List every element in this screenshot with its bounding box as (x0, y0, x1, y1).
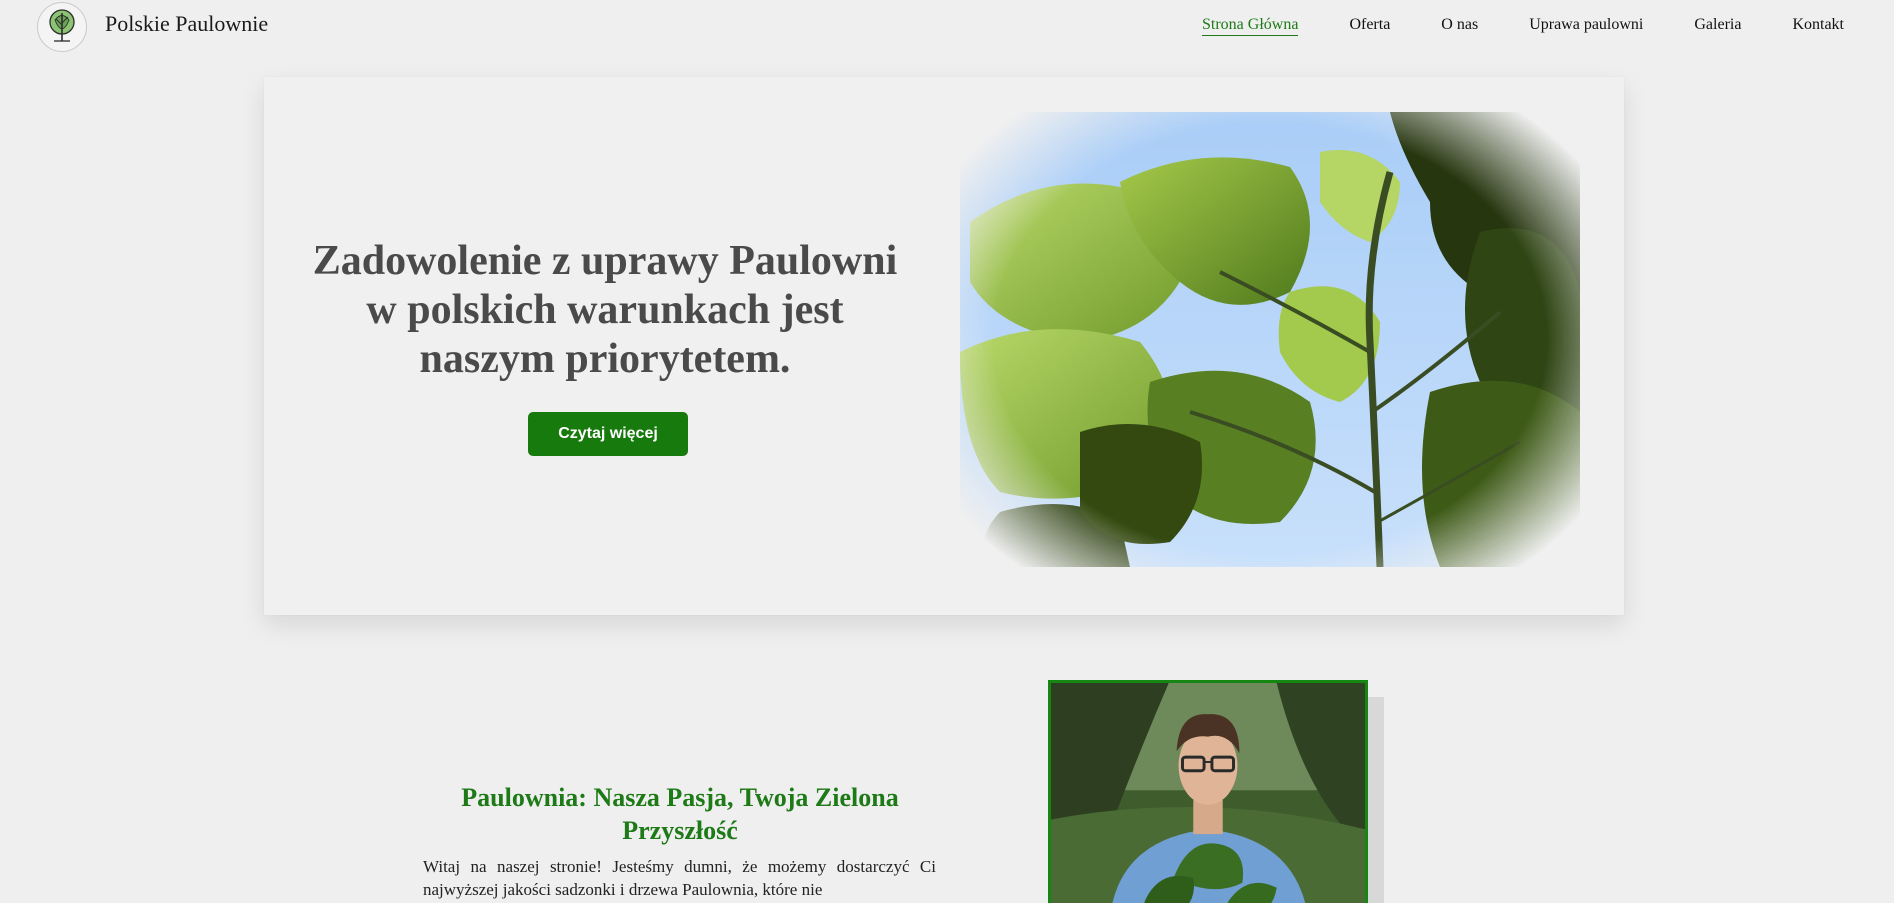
nav-link-contact[interactable]: Kontakt (1792, 16, 1844, 36)
nav-link-offer[interactable]: Oferta (1349, 16, 1390, 36)
site-title[interactable]: Polskie Paulownie (105, 11, 268, 37)
site-header: Polskie Paulownie Strona Główna Oferta O… (0, 0, 1894, 52)
nav-link-about[interactable]: O nas (1441, 16, 1478, 36)
about-text: Witaj na naszej stronie! Jesteśmy dumni,… (423, 857, 936, 899)
owner-photo (1048, 680, 1368, 903)
hero-section: Zadowolenie z uprawy Paulowni w polskich… (264, 77, 1624, 615)
nav-link-gallery[interactable]: Galeria (1694, 16, 1741, 36)
nav-link-home[interactable]: Strona Główna (1202, 16, 1299, 36)
hero-heading: Zadowolenie z uprawy Paulowni w polskich… (312, 238, 898, 382)
paulownia-leaves-image (960, 112, 1580, 567)
tree-logo-icon[interactable] (37, 2, 87, 52)
nav-link-cultivation[interactable]: Uprawa paulowni (1529, 16, 1643, 36)
about-heading: Paulownia: Nasza Pasja, Twoja Zielona Pr… (461, 783, 899, 845)
main-nav: Strona Główna Oferta O nas Uprawa paulow… (1202, 16, 1844, 36)
read-more-button[interactable]: Czytaj więcej (528, 412, 688, 456)
